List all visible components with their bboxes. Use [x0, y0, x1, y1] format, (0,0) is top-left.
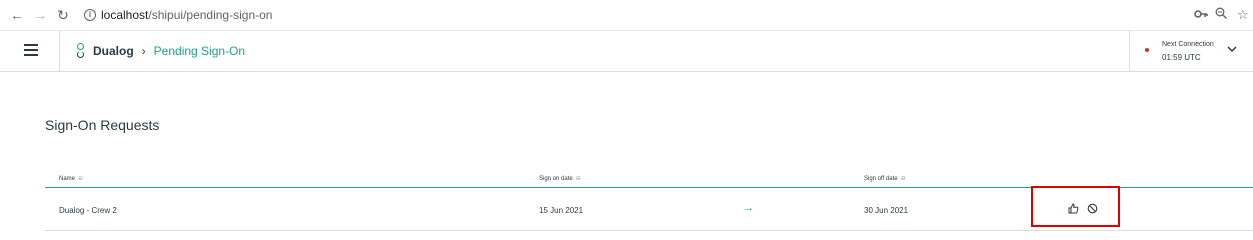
back-icon[interactable]: ←	[9, 7, 25, 23]
browser-toolbar: ← → ↻ i localhost/shipui/pending-sign-on…	[0, 0, 1253, 31]
thumbs-up-icon[interactable]	[1068, 201, 1079, 214]
column-header-label: Name	[59, 176, 76, 182]
row-actions-highlight	[1031, 186, 1120, 227]
app-header: Dualog › Pending Sign-On Next Connection…	[0, 31, 1253, 72]
column-header-label: Sign on date	[539, 176, 573, 182]
info-icon[interactable]: i	[84, 9, 96, 21]
sort-icon: ⊖	[575, 176, 581, 182]
breadcrumb: Dualog › Pending Sign-On	[76, 42, 245, 60]
date-range-arrow-icon: →	[743, 202, 754, 214]
page-title: Sign-On Requests	[45, 117, 160, 133]
dualog-logo-icon	[76, 43, 85, 59]
chevron-down-icon[interactable]	[1226, 45, 1238, 57]
url-path: /shipui/pending-sign-on	[148, 8, 273, 22]
reload-icon[interactable]: ↻	[55, 7, 71, 23]
block-icon[interactable]	[1087, 201, 1098, 214]
column-header-label: Sign off date	[864, 176, 898, 182]
breadcrumb-current-page: Pending Sign-On	[153, 44, 246, 58]
next-connection-time: 01:59 UTC	[1162, 53, 1201, 62]
next-connection-label: Next Connection	[1162, 41, 1214, 48]
zoom-icon[interactable]	[1215, 7, 1227, 23]
crew-name-cell: Dualog - Crew 2	[59, 206, 117, 215]
breadcrumb-app[interactable]: Dualog	[93, 44, 134, 58]
column-header-sign-on-date[interactable]: Sign on date ⊖	[539, 175, 581, 182]
breadcrumb-separator: ›	[141, 44, 146, 58]
column-header-name[interactable]: Name ⊖	[59, 175, 83, 182]
header-divider	[59, 31, 60, 72]
sign-off-date-cell: 30 Jun 2021	[864, 206, 909, 215]
sign-on-date-cell: 15 Jun 2021	[539, 206, 584, 215]
address-bar[interactable]: localhost/shipui/pending-sign-on	[101, 8, 272, 22]
column-header-sign-off-date[interactable]: Sign off date ⊖	[864, 175, 906, 182]
star-icon[interactable]: ☆	[1237, 7, 1249, 23]
url-host: localhost	[101, 8, 149, 22]
connection-status-dot	[1145, 48, 1149, 52]
sort-icon: ⊖	[900, 176, 906, 182]
forward-icon[interactable]: →	[32, 7, 48, 23]
sort-icon: ⊖	[78, 176, 84, 182]
header-divider-right	[1129, 31, 1130, 72]
key-icon[interactable]	[1194, 7, 1208, 23]
hamburger-menu-icon[interactable]	[24, 44, 38, 56]
